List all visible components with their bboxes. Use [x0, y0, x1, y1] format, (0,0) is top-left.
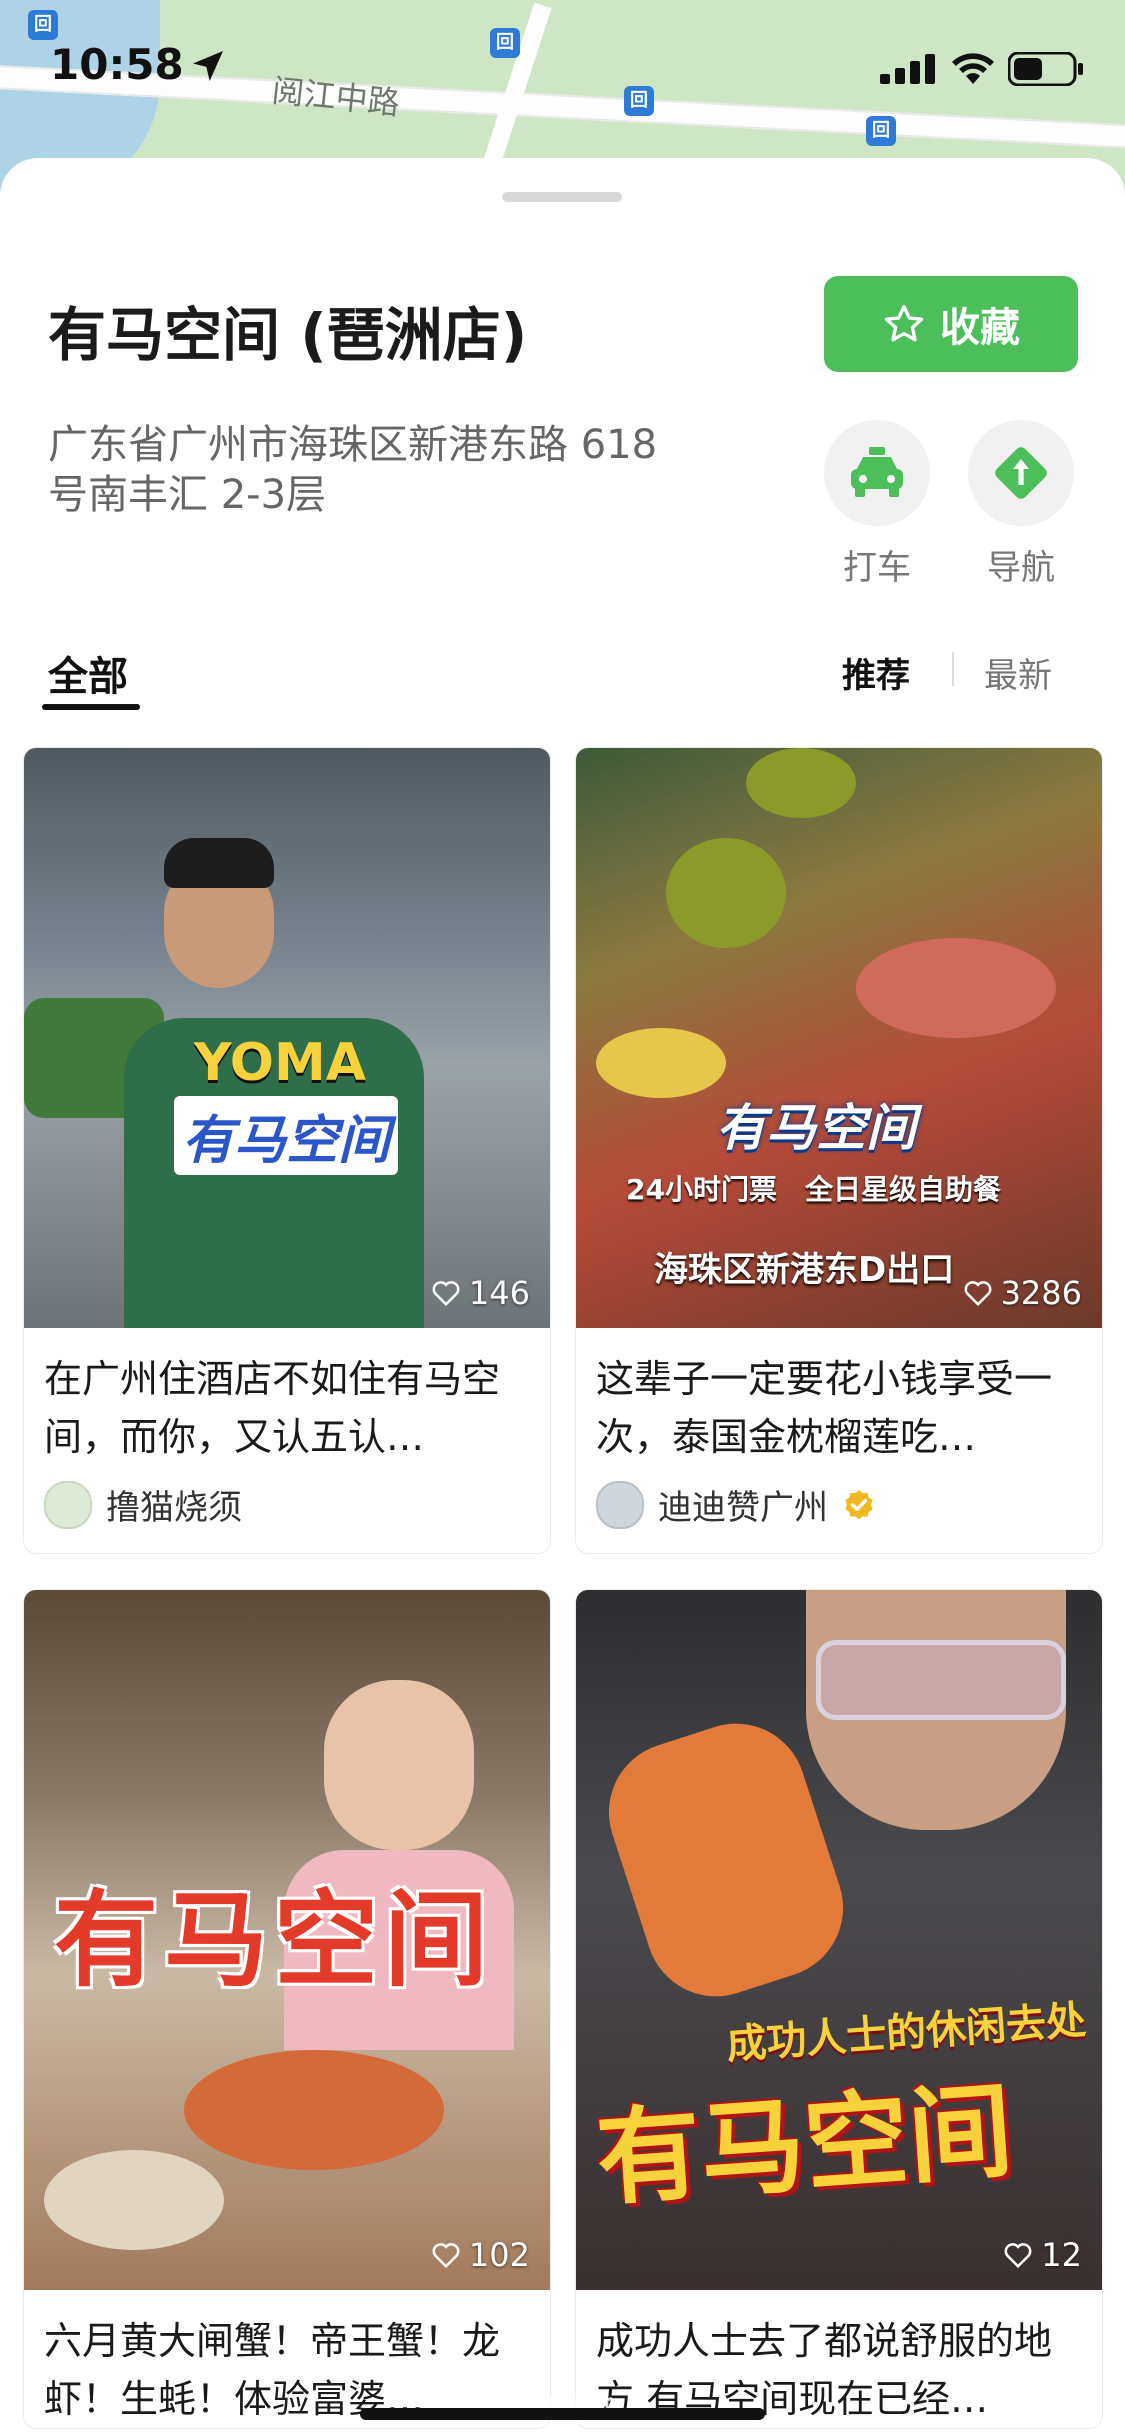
- durian-shape: [666, 838, 786, 948]
- like-count: 146: [431, 1274, 530, 1312]
- overlay-title: 有马空间: [54, 1879, 495, 2001]
- venue-address: 广东省广州市海珠区新港东路 618 号南丰汇 2-3层: [48, 422, 658, 518]
- wifi-icon: [952, 53, 994, 84]
- post-card[interactable]: 有马空间 24小时门票 全日星级自助餐 海珠区新港东D出口 3286 这辈子一定…: [576, 748, 1102, 1553]
- navigation-diamond-icon: [995, 447, 1047, 499]
- sashimi-platter-shape: [856, 938, 1056, 1038]
- heart-outline-icon: [432, 1281, 460, 1307]
- like-count: 3286: [963, 1274, 1082, 1312]
- navigate-button[interactable]: 导航: [966, 420, 1076, 589]
- durian-shape: [746, 748, 856, 818]
- navigate-icon-circle: [968, 420, 1074, 526]
- glasses-shape: [816, 1640, 1066, 1720]
- post-thumbnail[interactable]: 成功人士的休闲去处 有马空间 12: [576, 1590, 1102, 2290]
- like-count-value: 102: [468, 2236, 530, 2274]
- taxi-label: 打车: [843, 548, 911, 588]
- like-count: 102: [431, 2236, 530, 2274]
- taxi-icon-circle: [824, 420, 930, 526]
- location-arrow-icon: [193, 51, 223, 81]
- status-bar: 10:58: [0, 40, 1125, 100]
- like-count-value: 3286: [1000, 1274, 1082, 1312]
- oyster-plate-shape: [44, 2150, 224, 2250]
- heart-outline-icon: [964, 1281, 991, 1307]
- navigate-label: 导航: [987, 548, 1055, 588]
- post-card[interactable]: YOMA 有马空间 146 在广州住酒店不如住有马空间，而你，又认五认… 撸猫烧…: [24, 748, 550, 1553]
- favorite-label: 收藏: [940, 305, 1020, 351]
- tab-all[interactable]: 全部: [48, 644, 128, 702]
- post-title[interactable]: 在广州住酒店不如住有马空间，而你，又认五认…: [24, 1328, 550, 1466]
- avatar[interactable]: [596, 1480, 644, 1529]
- cellular-signal-icon: [880, 54, 935, 84]
- heart-outline-icon: [432, 2243, 460, 2269]
- overlay-title: 有马空间: [592, 2069, 1017, 2221]
- like-count-value: 146: [468, 1274, 530, 1312]
- post-card[interactable]: 成功人士的休闲去处 有马空间 12 成功人士去了都说舒服的地方 有马空间现在已经…: [576, 1590, 1102, 2428]
- crab-plate-shape: [184, 2050, 444, 2170]
- overlay-title: 有马空间: [716, 1099, 916, 1157]
- overlay-subtitle: 有马空间: [174, 1096, 399, 1175]
- venue-name: 有马空间 (琶洲店): [48, 301, 528, 369]
- verified-badge-icon: [845, 1489, 873, 1519]
- person-hair-shape: [164, 838, 274, 888]
- post-author[interactable]: 撸猫烧须: [24, 1466, 550, 1553]
- sheet-drag-handle[interactable]: [502, 192, 622, 202]
- sort-latest[interactable]: 最新: [984, 648, 1052, 697]
- home-indicator[interactable]: [360, 2408, 765, 2420]
- overlay-tag: 海珠区新港东D出口: [654, 1250, 955, 1290]
- overlay-subtitle: 24小时门票 全日星级自助餐: [626, 1173, 1001, 1206]
- heart-outline-icon: [1004, 2243, 1032, 2269]
- like-count-value: 12: [1041, 2236, 1082, 2274]
- post-card[interactable]: 有马空间 102 六月黄大闸蟹！帝王蟹！龙虾！生蚝！体验富婆…: [24, 1590, 550, 2428]
- sort-divider: [952, 652, 954, 686]
- battery-icon: [1008, 52, 1083, 86]
- avatar[interactable]: [44, 1480, 92, 1529]
- author-name[interactable]: 撸猫烧须: [106, 1480, 242, 1529]
- status-time: 10:58: [50, 40, 184, 89]
- sort-recommend[interactable]: 推荐: [842, 648, 910, 697]
- durian-flesh-shape: [596, 1028, 726, 1098]
- star-icon: [884, 304, 924, 342]
- taxi-button[interactable]: 打车: [822, 420, 932, 589]
- like-count: 12: [1003, 2236, 1082, 2274]
- post-thumbnail[interactable]: YOMA 有马空间 146: [24, 748, 550, 1328]
- post-thumbnail[interactable]: 有马空间 24小时门票 全日星级自助餐 海珠区新港东D出口 3286: [576, 748, 1102, 1328]
- post-thumbnail[interactable]: 有马空间 102: [24, 1590, 550, 2290]
- person-head-shape: [324, 1680, 474, 1850]
- author-name[interactable]: 迪迪赞广州: [658, 1480, 828, 1529]
- metro-station-icon[interactable]: 回: [28, 10, 58, 40]
- car-icon: [851, 447, 903, 497]
- metro-station-icon[interactable]: 回: [866, 116, 896, 146]
- tab-active-indicator: [42, 704, 140, 710]
- post-title[interactable]: 这辈子一定要花小钱享受一次，泰国金枕榴莲吃…: [576, 1328, 1102, 1466]
- favorite-button[interactable]: 收藏: [824, 276, 1078, 372]
- overlay-title: YOMA: [194, 1033, 366, 1093]
- post-author[interactable]: 迪迪赞广州: [576, 1466, 1102, 1553]
